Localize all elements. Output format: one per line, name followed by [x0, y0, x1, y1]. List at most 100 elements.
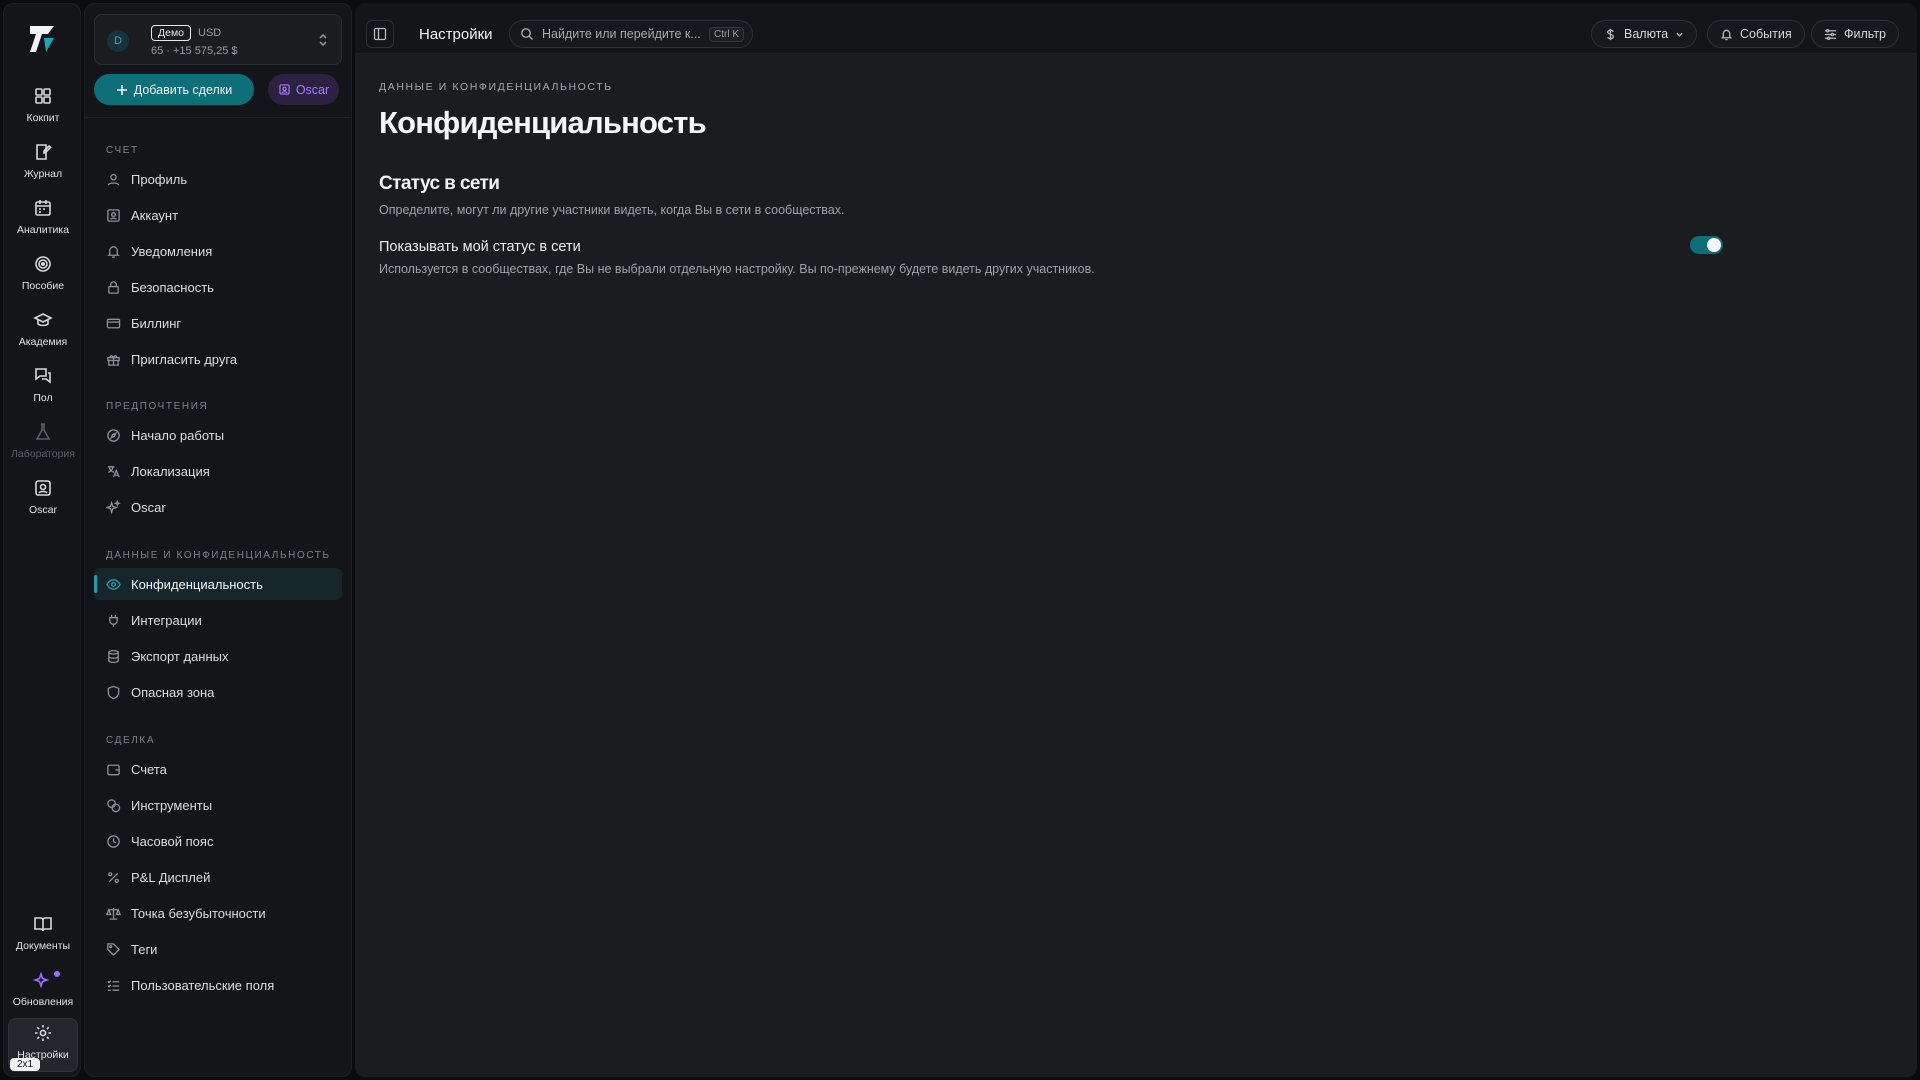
- plug-icon: [109, 614, 118, 627]
- nav-item-localization[interactable]: Локализация: [94, 455, 342, 487]
- nav-item-profile[interactable]: Профиль: [94, 163, 342, 195]
- rail-label: Академия: [18, 336, 68, 348]
- graduation-cap-icon: [33, 313, 53, 327]
- rail-item-floor[interactable]: Пол: [8, 362, 78, 418]
- nav-label: Часовой пояс: [131, 833, 214, 849]
- rail-item-academy[interactable]: Академия: [8, 306, 78, 362]
- nav-label: Опасная зона: [131, 684, 215, 700]
- nav-item-tags[interactable]: Теги: [94, 933, 342, 965]
- rail-item-guide[interactable]: Пособие: [8, 250, 78, 306]
- nav-item-notifications[interactable]: Уведомления: [94, 235, 342, 267]
- user-icon: [107, 173, 120, 186]
- nav-item-breakeven[interactable]: Точка безубыточности: [94, 897, 342, 929]
- main-content: Настройки Найдите или перейдите к... Ctr…: [355, 3, 1917, 1077]
- rail-item-docs[interactable]: Документы: [8, 910, 78, 966]
- nav-item-account[interactable]: Аккаунт: [94, 199, 342, 231]
- chevron-down-icon: [1676, 32, 1683, 37]
- search-placeholder: Найдите или перейдите к...: [542, 27, 701, 41]
- nav-item-accounts[interactable]: Счета: [94, 753, 342, 785]
- chat-icon: [35, 368, 51, 384]
- nav-item-security[interactable]: Безопасность: [94, 271, 342, 303]
- nav-item-pnl-display[interactable]: P&L Дисплей: [94, 861, 342, 893]
- rail-item-cockpit[interactable]: Кокпит: [8, 82, 78, 138]
- rail-item-oscar[interactable]: Oscar: [8, 474, 78, 530]
- oscar-button[interactable]: Oscar: [268, 74, 339, 105]
- gift-icon: [107, 354, 120, 366]
- translate-icon: [107, 465, 120, 477]
- dashboard-icon: [35, 88, 51, 104]
- analytics-icon: [35, 200, 51, 216]
- wallet-icon: [107, 764, 120, 775]
- nav-item-custom-fields[interactable]: Пользовательские поля: [94, 969, 342, 1001]
- book-icon: [34, 917, 52, 932]
- nav-item-danger-zone[interactable]: Опасная зона: [94, 676, 342, 708]
- nav-item-timezone[interactable]: Часовой пояс: [94, 825, 342, 857]
- sidebar-toggle-button[interactable]: [366, 20, 394, 48]
- nav-item-instruments[interactable]: Инструменты: [94, 789, 342, 821]
- nav-label: Профиль: [131, 171, 188, 187]
- nav-label: Счета: [131, 761, 167, 777]
- nav-label: Точка безубыточности: [131, 905, 266, 921]
- id-card-icon: [107, 208, 120, 222]
- rail-item-lab[interactable]: Лаборатория: [8, 418, 78, 474]
- rail-label: Лаборатория: [11, 448, 75, 460]
- online-status-toggle[interactable]: [1690, 236, 1723, 254]
- nav-item-oscar[interactable]: Oscar: [94, 491, 342, 523]
- breadcrumb: Данные и конфиденциальность: [379, 81, 613, 93]
- account-currency: USD: [198, 27, 222, 39]
- search-input[interactable]: Найдите или перейдите к... Ctrl K: [509, 20, 753, 48]
- rail-item-updates[interactable]: Обновления: [8, 966, 78, 1022]
- credit-card-icon: [106, 318, 121, 328]
- nav-item-getting-started[interactable]: Начало работы: [94, 419, 342, 451]
- compass-icon: [107, 428, 120, 442]
- rail-label: Пособие: [21, 280, 65, 292]
- account-switcher[interactable]: D Демо USD 65 · +15 575,25 $: [94, 14, 342, 65]
- lock-icon: [108, 280, 119, 294]
- nav-label: Уведомления: [131, 243, 213, 259]
- notification-dot: [54, 971, 60, 977]
- app: Кокпит Журнал Аналитика Пособие Академия…: [0, 0, 1920, 1080]
- nav-section-trade: Сделка: [106, 735, 156, 746]
- nav-label: Аккаунт: [131, 207, 179, 223]
- sparkles-icon: [106, 499, 121, 514]
- nav-label: Интеграции: [131, 612, 202, 628]
- events-label: События: [1740, 27, 1792, 41]
- target-icon: [35, 256, 51, 272]
- plan-badge: 2x1: [10, 1058, 41, 1071]
- events-button[interactable]: События: [1707, 20, 1805, 48]
- rail-item-journal[interactable]: Журнал: [8, 138, 78, 194]
- app-logo-icon[interactable]: [24, 20, 62, 58]
- add-trade-button[interactable]: Добавить сделки: [94, 74, 254, 105]
- nav-label: P&L Дисплей: [131, 869, 211, 885]
- nav-label: Начало работы: [131, 427, 225, 443]
- search-shortcut: Ctrl K: [709, 27, 744, 42]
- journal-icon: [36, 144, 52, 160]
- filter-label: Фильтр: [1844, 27, 1886, 41]
- filter-button[interactable]: Фильтр: [1811, 20, 1899, 48]
- gear-icon: [35, 1025, 51, 1041]
- nav-item-billing[interactable]: Биллинг: [94, 307, 342, 339]
- rail-label: Пол: [33, 392, 53, 404]
- nav-item-privacy[interactable]: Конфиденциальность: [94, 568, 342, 600]
- oscar-label: Oscar: [295, 82, 330, 97]
- sliders-icon: [1824, 28, 1837, 40]
- nav-item-invite[interactable]: Пригласить друга: [94, 343, 342, 375]
- online-status-label: Показывать мой статус в сети: [379, 239, 581, 255]
- add-trade-label: Добавить сделки: [133, 82, 233, 97]
- nav-item-export[interactable]: Экспорт данных: [94, 640, 342, 672]
- dollar-icon: [1607, 28, 1614, 40]
- flask-icon: [35, 423, 51, 440]
- section-description: Определите, могут ли другие участники ви…: [379, 203, 845, 217]
- currency-dropdown[interactable]: Валюта: [1591, 20, 1698, 48]
- rail-item-analytics[interactable]: Аналитика: [8, 194, 78, 250]
- nav-section-data-privacy: Данные и конфиденциальность: [106, 550, 331, 561]
- tag-icon: [107, 942, 121, 956]
- oscar-icon: [279, 84, 290, 95]
- nav-label: Конфиденциальность: [131, 576, 263, 592]
- account-tag: Демо: [151, 25, 192, 41]
- icon-rail: Кокпит Журнал Аналитика Пособие Академия…: [3, 3, 81, 1077]
- scale-icon: [106, 907, 121, 920]
- nav-section-account: Счет: [106, 145, 139, 156]
- top-bar: Настройки Найдите или перейдите к... Ctr…: [355, 3, 1917, 54]
- nav-item-integrations[interactable]: Интеграции: [94, 604, 342, 636]
